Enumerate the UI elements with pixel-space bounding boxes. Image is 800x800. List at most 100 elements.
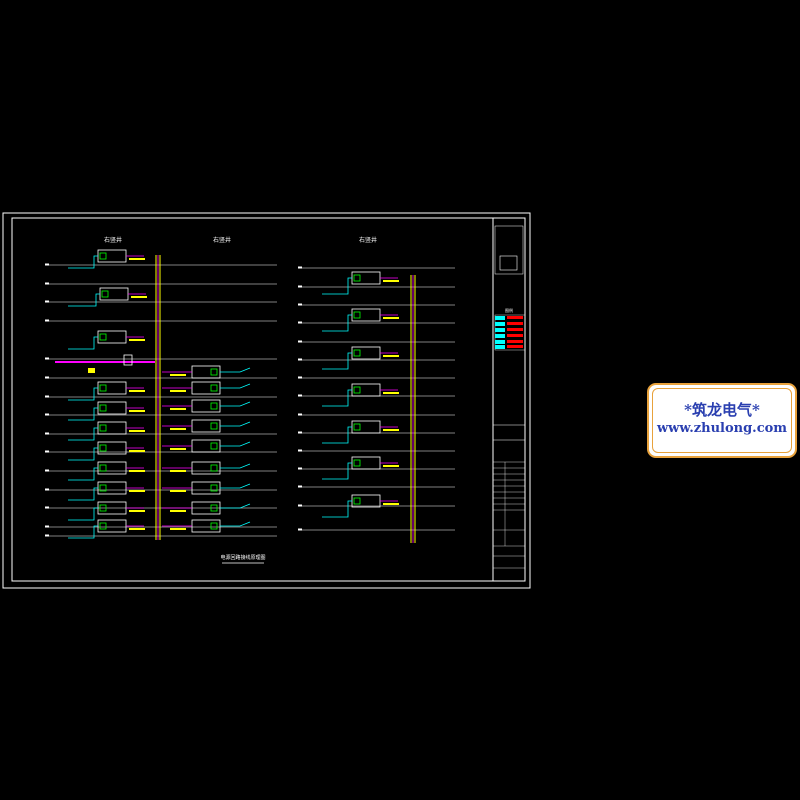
- panel: [162, 519, 251, 533]
- floor-mark: [298, 528, 302, 531]
- panel-box: [97, 461, 127, 475]
- panel-tag: [170, 374, 186, 376]
- panel: [68, 519, 145, 539]
- panel-box: [191, 419, 221, 433]
- panel-tag: [129, 410, 145, 412]
- panel-breaker: [210, 402, 218, 410]
- panel-tag: [170, 448, 186, 450]
- panel: [322, 346, 399, 370]
- panel-tag: [383, 355, 399, 357]
- panel: [68, 501, 145, 521]
- panel-tag: [170, 528, 186, 530]
- title-block-key-plan: [499, 255, 518, 271]
- panel-cable: [68, 407, 98, 421]
- panel-tag: [170, 428, 186, 430]
- panel-breaker: [353, 497, 361, 505]
- panel-breaker: [101, 290, 109, 298]
- panel-cable: [68, 447, 98, 461]
- floor-mark: [45, 450, 49, 453]
- panel-tag: [129, 470, 145, 472]
- panel: [68, 421, 145, 441]
- panel-tag: [383, 503, 399, 505]
- panel-box: [97, 519, 127, 533]
- panel-breaker: [353, 386, 361, 394]
- panel-cable: [68, 507, 98, 521]
- panel-tag: [129, 490, 145, 492]
- panel-box: [191, 365, 221, 379]
- shaft-label-right: 右竖井: [359, 236, 377, 244]
- panel: [68, 287, 147, 307]
- floor-mark: [298, 340, 302, 343]
- zhulong-watermark: *筑龙电气* www.zhulong.com: [647, 383, 797, 458]
- floor-mark: [298, 449, 302, 452]
- watermark-url: www.zhulong.com: [656, 421, 788, 436]
- panel-box: [97, 481, 127, 495]
- floor-mark: [298, 285, 302, 288]
- floor-mark: [298, 376, 302, 379]
- panel: [162, 481, 251, 495]
- outer-sheet-frame: [2, 212, 531, 589]
- panel-box: [97, 249, 127, 263]
- panel: [68, 401, 145, 421]
- floor-mark: [45, 534, 49, 537]
- panel-tag: [129, 339, 145, 341]
- panel-tag: [383, 392, 399, 394]
- panel: [68, 381, 145, 401]
- panel: [162, 399, 251, 413]
- panel-breaker: [353, 274, 361, 282]
- title-block-grid: [493, 461, 525, 569]
- panel-breaker: [99, 333, 107, 341]
- floor-mark: [45, 525, 49, 528]
- title-block: 图例: [492, 218, 526, 581]
- panel-tag: [383, 280, 399, 282]
- floor-mark: [298, 504, 302, 507]
- panel-box: [351, 494, 381, 508]
- risers: [155, 255, 416, 543]
- panel-cable: [322, 426, 352, 444]
- floor-mark: [298, 266, 302, 269]
- panel-box: [351, 308, 381, 322]
- floor-lines: [45, 263, 455, 537]
- panel-tag: [129, 528, 145, 530]
- main-switch-box: [123, 354, 133, 366]
- title-block-legend-table: [494, 314, 526, 351]
- panel-breaker: [210, 442, 218, 450]
- floor-mark: [45, 488, 49, 491]
- panel: [322, 308, 399, 332]
- panel: [322, 383, 399, 407]
- floor-mark: [298, 358, 302, 361]
- panel-tag: [129, 258, 145, 260]
- main-switch-tag: [88, 368, 95, 373]
- panel-box: [191, 461, 221, 475]
- floor-mark: [45, 413, 49, 416]
- panel-breaker: [210, 522, 218, 530]
- panel-tag: [129, 450, 145, 452]
- panel: [68, 249, 145, 269]
- floor-mark: [45, 282, 49, 285]
- panel-cable: [220, 383, 251, 389]
- floor-mark: [45, 300, 49, 303]
- panel-breaker: [210, 422, 218, 430]
- panel-box: [191, 381, 221, 395]
- panel-cable: [220, 503, 251, 509]
- panel-box: [191, 439, 221, 453]
- panel-breaker: [353, 349, 361, 357]
- panel-tag: [383, 429, 399, 431]
- floor-mark: [45, 376, 49, 379]
- watermark-title: *筑龙电气*: [684, 401, 760, 419]
- panel-cable: [220, 483, 251, 489]
- floor-mark: [45, 263, 49, 266]
- panel: [322, 456, 399, 480]
- panel-box: [351, 420, 381, 434]
- panel-cable: [220, 421, 251, 427]
- panel: [162, 365, 251, 379]
- shaft-label-middle: 右竖井: [213, 236, 231, 244]
- panel-tag: [129, 510, 145, 512]
- panel-tag: [170, 470, 186, 472]
- panel-cable: [68, 387, 98, 401]
- panel-tag: [170, 390, 186, 392]
- panel-box: [351, 456, 381, 470]
- panel-tag: [131, 296, 147, 298]
- panel-breaker: [353, 311, 361, 319]
- panel-box: [97, 421, 127, 435]
